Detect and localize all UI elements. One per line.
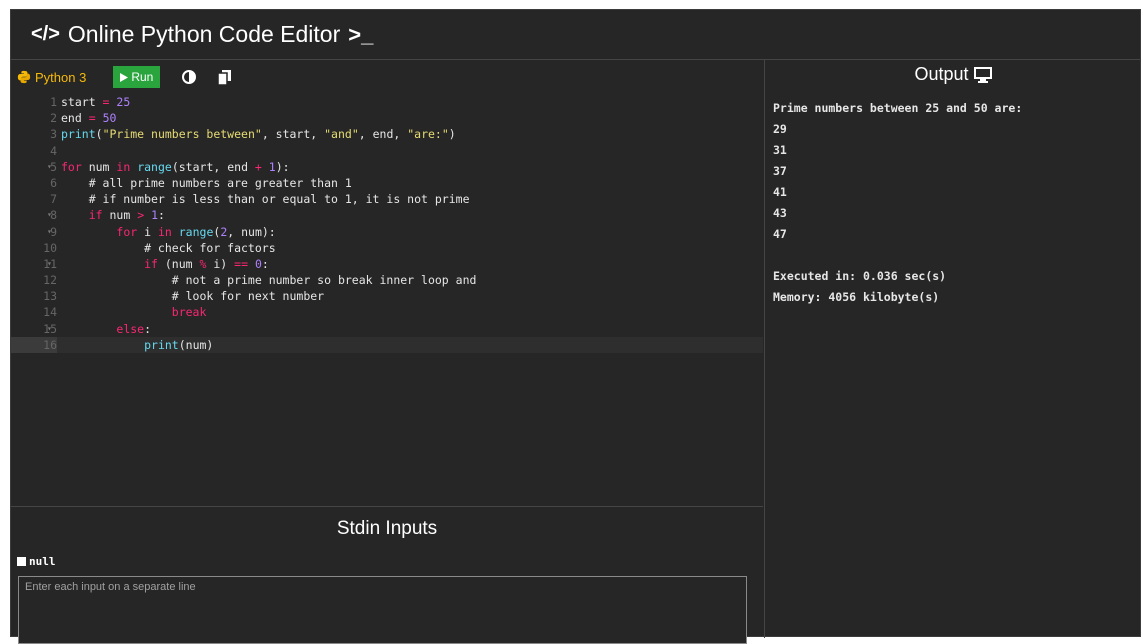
code-editor[interactable]: 1 start = 25 2 end = 50 3 print("Prime number…	[11, 94, 763, 506]
code-line[interactable]: 13 # look for next number	[11, 288, 763, 304]
editor-toolbar: Python 3 Run	[11, 60, 763, 94]
stdin-divider	[11, 506, 763, 507]
language-selector[interactable]: Python 3	[17, 70, 86, 85]
output-title: Output	[914, 64, 969, 84]
code-text: for num in range(start, end + 1):	[61, 159, 290, 174]
null-toggle[interactable]: null	[17, 555, 56, 568]
line-number: 16	[11, 336, 57, 354]
code-line[interactable]: 6 # all prime numbers are greater than 1	[11, 175, 763, 191]
title-bar: </> Online Python Code Editor >_	[11, 10, 1140, 59]
code-text: # look for next number	[61, 289, 325, 304]
language-label: Python 3	[35, 69, 87, 85]
code-text: # all prime numbers are greater than 1	[61, 175, 352, 190]
output-line: Prime numbers between 25 and 50 are:	[773, 101, 1023, 115]
code-text: end = 50	[61, 111, 117, 126]
code-text: # if number is less than or equal to 1, …	[61, 192, 470, 207]
line-number: 4	[50, 143, 57, 158]
line-number: 2	[50, 111, 57, 126]
output-line: 31	[773, 143, 787, 157]
code-line[interactable]: 7 # if number is less than or equal to 1…	[11, 191, 763, 207]
editor-app: </> Online Python Code Editor >_ Python …	[10, 9, 1141, 644]
code-brackets-icon: </>	[31, 23, 60, 45]
output-line: Memory: 4056 kilobyte(s)	[773, 290, 940, 304]
run-label: Run	[131, 70, 154, 84]
code-text: print("Prime numbers between", start, "a…	[61, 127, 456, 142]
code-text: break	[171, 305, 207, 320]
line-number: 7	[50, 192, 57, 207]
copy-icon[interactable]	[218, 69, 232, 85]
stdin-title: Stdin Inputs	[336, 518, 438, 539]
code-line[interactable]: 1 start = 25	[11, 94, 763, 110]
output-line: 37	[773, 164, 787, 178]
fold-arrow-icon[interactable]: ▾	[47, 207, 52, 223]
app-title: Online Python Code Editor	[67, 21, 341, 47]
output-line: 41	[773, 185, 787, 199]
code-line[interactable]: 4	[11, 143, 763, 159]
monitor-icon	[973, 66, 992, 83]
output-console: Prime numbers between 25 and 50 are: 29 31…	[773, 98, 1022, 308]
output-panel: Output Prime numbers between 25 and 50 a…	[764, 60, 1141, 638]
fold-arrow-icon[interactable]: ▾	[47, 321, 52, 337]
play-icon	[120, 72, 129, 82]
code-line[interactable]: 3 print("Prime numbers between", start, "…	[11, 126, 763, 142]
line-number: 3	[50, 127, 57, 142]
code-line[interactable]: 11 ▾ if (num % i) == 0:	[11, 256, 763, 272]
code-line[interactable]: 9 ▾ for i in range(2, num):	[11, 224, 763, 240]
line-number: 1	[50, 95, 57, 109]
code-line[interactable]: 2 end = 50	[11, 110, 763, 126]
code-text: for i in range(2, num):	[116, 224, 276, 239]
code-line[interactable]: 10 # check for factors	[11, 240, 763, 256]
output-line: 47	[773, 227, 787, 241]
code-line[interactable]: 16 print(num)	[11, 336, 763, 354]
code-text: else:	[116, 321, 152, 336]
line-number: 6	[50, 175, 57, 190]
run-button[interactable]: Run	[113, 66, 161, 88]
code-line[interactable]: 15 ▾ else:	[11, 321, 763, 337]
line-number: 10	[43, 240, 57, 255]
fold-arrow-icon[interactable]: ▾	[47, 256, 52, 272]
code-line[interactable]: 5 ▾ for num in range(start, end + 1):	[11, 159, 763, 175]
fold-arrow-icon[interactable]: ▾	[47, 224, 52, 240]
output-line: 29	[773, 122, 787, 136]
theme-toggle-icon[interactable]	[182, 70, 197, 84]
code-text: # check for factors	[61, 240, 276, 255]
fold-arrow-icon[interactable]: ▾	[47, 159, 52, 175]
code-line[interactable]: 12 # not a prime number so break inner l…	[11, 272, 763, 288]
terminal-icon: >_	[348, 21, 374, 47]
code-text: print(num)	[144, 337, 214, 352]
output-header: Output	[765, 64, 1141, 85]
null-checkbox[interactable]	[17, 557, 26, 566]
python-icon	[17, 70, 31, 84]
code-line[interactable]: 14 break	[11, 304, 763, 320]
code-text: # not a prime number so break inner loop…	[61, 273, 477, 288]
line-number: 13	[43, 289, 57, 304]
stdin-textarea[interactable]	[18, 576, 747, 644]
code-text: if num > 1:	[88, 208, 165, 223]
null-label: null	[29, 555, 56, 568]
editor-panel: Python 3 Run 1 start = 25 2 end = 50 3 print(…	[11, 60, 763, 644]
code-text: start = 25	[61, 95, 131, 109]
code-line[interactable]: 8 ▾ if num > 1:	[11, 207, 763, 223]
code-text: if (num % i) == 0:	[144, 256, 269, 271]
output-line: Executed in: 0.036 sec(s)	[773, 269, 947, 283]
line-number: 14	[43, 305, 57, 320]
line-number: 12	[43, 273, 57, 288]
output-line: 43	[773, 206, 787, 220]
